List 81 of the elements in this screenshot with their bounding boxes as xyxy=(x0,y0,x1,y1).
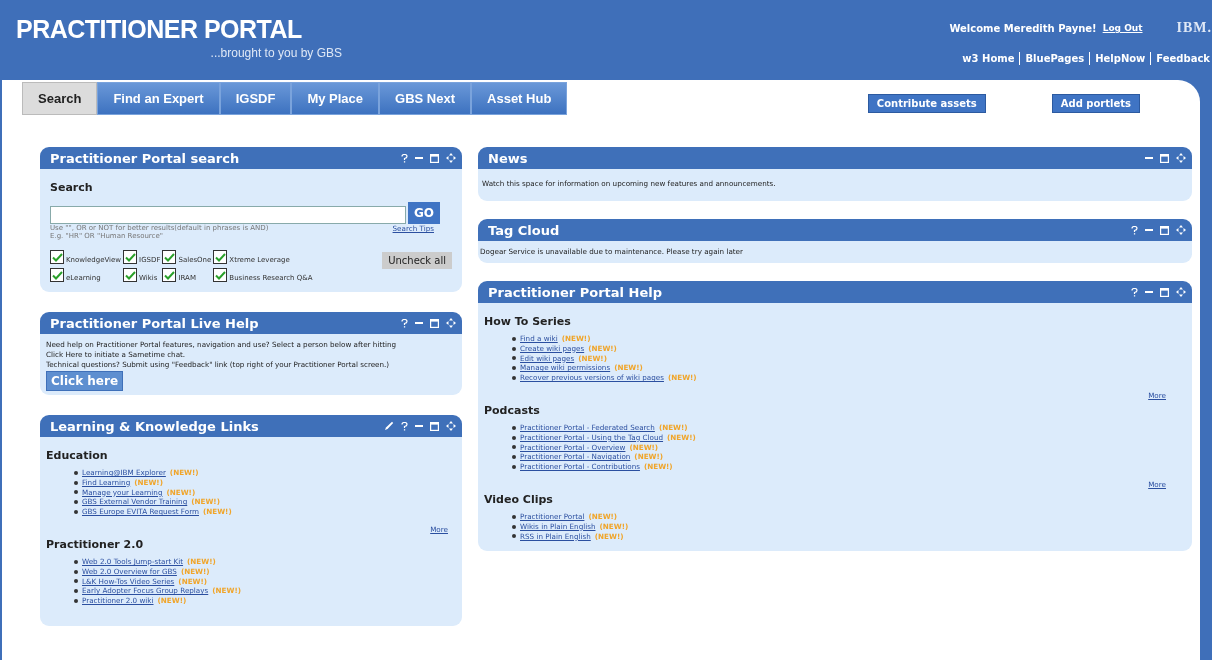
uncheck-all-button[interactable]: Uncheck all xyxy=(382,252,452,269)
move-icon[interactable] xyxy=(1176,153,1186,163)
bullet-icon xyxy=(512,514,516,519)
bullet-icon xyxy=(74,480,78,485)
bullet-icon xyxy=(74,500,78,505)
bullet-icon xyxy=(74,599,78,604)
bullet-icon xyxy=(512,376,516,381)
bullet-icon xyxy=(74,490,78,495)
nav-tab[interactable]: GBS Next xyxy=(379,82,472,115)
maximize-icon[interactable] xyxy=(1160,225,1169,235)
move-icon[interactable] xyxy=(1176,225,1186,235)
nav-tab[interactable]: IGSDF xyxy=(219,82,292,115)
help-icon[interactable] xyxy=(401,318,408,328)
header-link[interactable]: HelpNow xyxy=(1089,52,1151,65)
panel-title: Practitioner Portal search xyxy=(50,150,240,166)
checkbox[interactable] xyxy=(162,268,177,282)
maximize-icon[interactable] xyxy=(430,153,439,163)
maximize-icon[interactable] xyxy=(430,421,439,431)
nav-tab[interactable]: Search xyxy=(22,82,98,115)
panel-title: Tag Cloud xyxy=(488,222,560,238)
move-icon[interactable] xyxy=(446,318,456,328)
welcome-text: Welcome Meredith Payne! xyxy=(949,22,1097,34)
bullet-icon xyxy=(512,534,516,539)
checkbox[interactable] xyxy=(123,268,138,282)
bullet-icon xyxy=(74,589,78,594)
maximize-icon[interactable] xyxy=(1160,287,1169,297)
checkbox[interactable] xyxy=(213,250,228,264)
bullet-icon xyxy=(512,336,516,341)
nav-tab[interactable]: My Place xyxy=(291,82,380,115)
header-link[interactable]: BluePages xyxy=(1019,52,1090,65)
help-icon[interactable] xyxy=(401,153,408,163)
help-icon[interactable] xyxy=(1131,287,1138,297)
section-heading: Practitioner 2.0 xyxy=(46,538,145,551)
bullet-icon xyxy=(74,470,78,475)
section-heading: Video Clips xyxy=(484,492,554,506)
move-icon[interactable] xyxy=(446,421,456,431)
move-icon[interactable] xyxy=(1176,287,1186,297)
nav-tab[interactable]: Asset Hub xyxy=(471,82,568,115)
section-heading: How To Series xyxy=(484,315,572,328)
move-icon[interactable] xyxy=(446,153,456,163)
checkbox[interactable] xyxy=(50,250,64,264)
maximize-icon[interactable] xyxy=(430,318,439,328)
bullet-icon xyxy=(512,455,516,460)
maximize-icon[interactable] xyxy=(1160,153,1169,163)
bullet-icon xyxy=(74,559,78,564)
bullet-icon xyxy=(74,579,78,584)
panel-title: News xyxy=(488,150,528,166)
bullet-icon xyxy=(512,356,516,361)
checkbox[interactable] xyxy=(50,268,64,282)
checkbox[interactable] xyxy=(123,250,138,264)
checkbox[interactable] xyxy=(162,250,177,264)
help-icon[interactable] xyxy=(401,421,408,431)
bullet-icon xyxy=(512,524,516,529)
bullet-icon xyxy=(74,510,78,515)
bullet-icon xyxy=(74,569,78,574)
search-field[interactable] xyxy=(50,206,406,224)
header-link[interactable]: w3 Home xyxy=(957,52,1020,65)
panel-title: Practitioner Portal Live Help xyxy=(50,315,259,331)
header-link[interactable]: Feedback xyxy=(1150,52,1212,65)
portal-title: PRACTITIONER PORTAL xyxy=(16,14,302,44)
nav-tab[interactable]: Find an Expert xyxy=(97,82,220,115)
help-icon[interactable] xyxy=(1131,225,1138,235)
section-heading: Education xyxy=(46,449,109,462)
action-button[interactable]: Add portlets xyxy=(1051,94,1140,113)
bullet-icon xyxy=(512,425,516,430)
portal-subtitle: ...brought to you by GBS xyxy=(210,46,343,60)
company-logo: IBM. xyxy=(1176,20,1212,36)
bullet-icon xyxy=(512,346,516,351)
checkbox[interactable] xyxy=(213,268,228,282)
section-heading: Podcasts xyxy=(484,404,541,417)
bullet-icon xyxy=(512,366,516,371)
bullet-icon xyxy=(512,435,516,440)
pencil-icon[interactable] xyxy=(384,421,394,431)
section-heading: Search xyxy=(50,181,94,194)
go-button[interactable]: GO xyxy=(408,202,441,224)
panel-title: Learning & Knowledge Links xyxy=(50,418,259,434)
bullet-icon xyxy=(512,445,516,450)
bullet-icon xyxy=(512,465,516,470)
action-button[interactable]: Contribute assets xyxy=(867,94,986,113)
panel-title: Practitioner Portal Help xyxy=(488,284,662,300)
logout-link[interactable]: Log Out xyxy=(1102,23,1143,33)
